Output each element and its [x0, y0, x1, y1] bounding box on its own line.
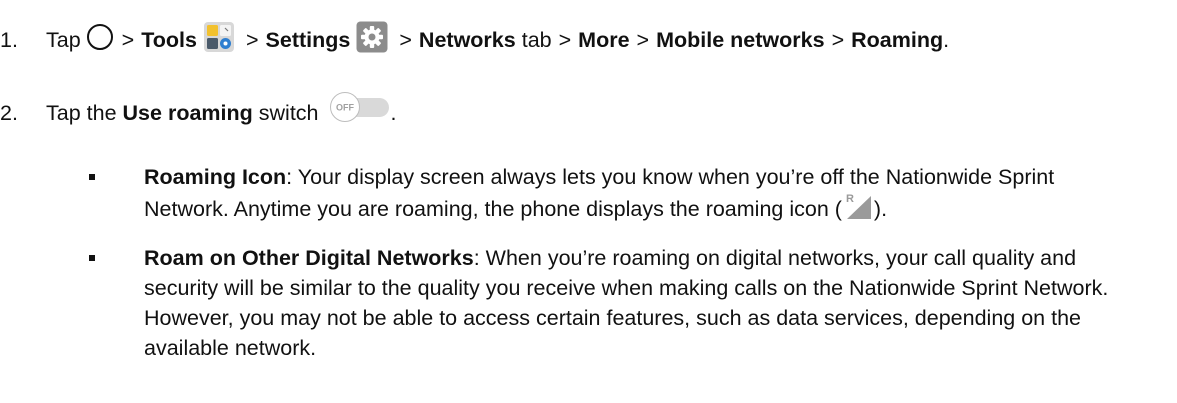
switch-off-label: OFF [336, 103, 354, 113]
settings-gear-icon [356, 21, 388, 53]
home-circle-icon [86, 24, 113, 50]
separator: > [399, 28, 412, 52]
step-text-tap-the: Tap the [46, 101, 117, 125]
setting-use-roaming: Use roaming [122, 101, 253, 125]
step-2: 2. Tap the Use roaming switch OFF . [0, 92, 397, 129]
separator: > [831, 28, 845, 52]
menu-networks: Networks [418, 28, 516, 52]
step-end-period: . [390, 101, 397, 125]
bullet-text-end: ). [873, 197, 888, 221]
step-text-tap: Tap [46, 28, 81, 52]
menu-more: More [578, 28, 630, 52]
menu-roaming: Roaming [851, 28, 944, 52]
step-1: 1. Tap > Tools > Settings > Networks tab… [0, 21, 950, 56]
separator: > [636, 28, 650, 52]
step-end-period: . [943, 28, 950, 52]
bullet-paragraph: Roaming Icon: Your display screen always… [144, 162, 1129, 224]
bullet-title: Roaming Icon [144, 165, 287, 189]
roaming-signal-icon: R [843, 192, 873, 220]
bullet-title: Roam on Other Digital Networks [144, 246, 474, 270]
separator: > [558, 28, 572, 52]
menu-mobile-networks: Mobile networks [656, 28, 825, 52]
roaming-icon-letter: R [846, 193, 854, 205]
bullet-paragraph: Roam on Other Digital Networks: When you… [144, 243, 1129, 363]
menu-settings: Settings [265, 28, 351, 52]
separator: > [121, 28, 135, 52]
step-number: 1. [0, 28, 18, 52]
step-number: 2. [0, 101, 18, 125]
step-text-tab: tab [521, 28, 552, 52]
menu-tools: Tools [141, 28, 197, 52]
separator: > [245, 28, 259, 52]
step-text-switch: switch [258, 101, 319, 125]
bullet-roam-digital-networks: Roam on Other Digital Networks: When you… [89, 243, 1129, 363]
bullet-square-icon [89, 174, 95, 180]
bullet-roaming-icon: Roaming Icon: Your display screen always… [89, 162, 1129, 224]
toggle-switch-off-icon: OFF [329, 91, 391, 123]
bullet-square-icon [89, 255, 95, 261]
tools-folder-icon [203, 21, 235, 53]
